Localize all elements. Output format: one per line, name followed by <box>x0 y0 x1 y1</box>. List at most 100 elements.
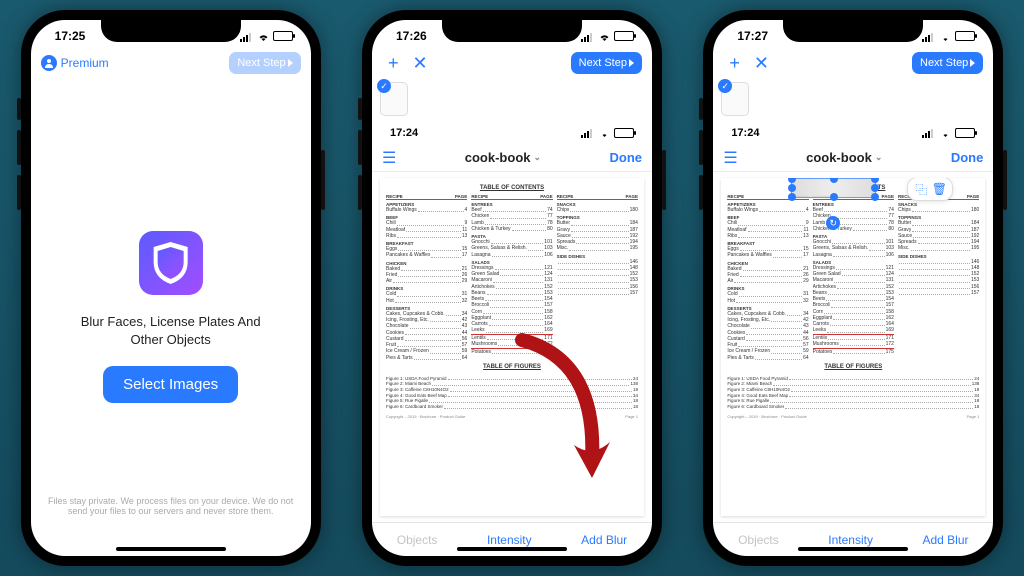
chevron-down-icon: ⌄ <box>875 152 883 163</box>
page-thumbnail-selected[interactable]: ✓ <box>380 82 408 116</box>
chevron-right-icon <box>288 59 293 67</box>
toc-row: Leeks169 <box>471 327 552 333</box>
wifi-icon <box>939 31 952 41</box>
phone-1: 17:25 Premium Next Step Blur Faces, Lice… <box>21 10 321 566</box>
select-images-button[interactable]: Select Images <box>103 366 238 403</box>
check-icon: ✓ <box>377 79 391 93</box>
battery-icon <box>273 31 293 41</box>
figures-list: Figure 1: USDA Food Pyramid24Figure 2: M… <box>727 376 979 410</box>
doc-title[interactable]: cook-book⌄ <box>806 150 882 165</box>
clock: 17:25 <box>55 29 86 43</box>
toc-row: 157 <box>557 290 638 296</box>
volume-up-button[interactable] <box>358 130 362 165</box>
tab-objects[interactable]: Objects <box>397 533 438 547</box>
toc-row: Chips180 <box>898 207 979 213</box>
toc-row: Buffalo Wings4 <box>386 207 467 213</box>
toc-column: RECIPEPAGESNACKSChips180TOPPINGSButter18… <box>557 194 638 361</box>
selection-toolbar: ⿻ 🗑 <box>907 178 953 201</box>
toc-row: Mushrooms172 <box>471 341 552 347</box>
tagline-text: Blur Faces, License Plates AndOther Obje… <box>81 313 261 348</box>
close-button[interactable]: ✕ <box>407 53 434 74</box>
silent-switch[interactable] <box>17 98 21 120</box>
app-topbar: + ✕ Next Step <box>713 48 993 78</box>
toc-row: Buffalo Wings4 <box>727 207 808 213</box>
power-button[interactable] <box>1003 150 1007 210</box>
next-step-button[interactable]: Next Step <box>229 52 300 74</box>
wifi-icon <box>939 128 952 138</box>
app-topbar: Premium Next Step <box>31 48 311 78</box>
blur-selection[interactable]: ⿻ 🗑 <box>791 178 876 198</box>
toc-row: Air29 <box>386 278 467 284</box>
resize-handle-bm[interactable] <box>830 193 838 201</box>
disclaimer-text: Files stay private. We process files on … <box>31 496 311 516</box>
power-button[interactable] <box>321 150 325 210</box>
phone-3: 17:27 + ✕ Next Step ✓ 17:24 <box>703 10 1003 566</box>
wifi-icon <box>598 128 611 138</box>
tof-heading: TABLE OF FIGURES <box>727 364 979 370</box>
figure-row: Figure 6: Cardboard Smoker18 <box>386 404 638 410</box>
toc-columns: RECIPEPAGEAPPETIZERSBuffalo Wings4BEEFCh… <box>727 194 979 361</box>
wifi-icon <box>257 31 270 41</box>
toc-heading: TABLE OF CONTENTS <box>386 185 638 191</box>
resize-handle-tr[interactable] <box>871 178 879 183</box>
chevron-right-icon <box>970 59 975 67</box>
volume-up-button[interactable] <box>699 130 703 165</box>
toc-row: Ribs13 <box>386 233 467 239</box>
power-button[interactable] <box>662 150 666 210</box>
home-indicator[interactable] <box>116 547 226 551</box>
toc-row: Pancakes & Waffles17 <box>727 252 808 258</box>
done-button[interactable]: Done <box>609 150 642 165</box>
battery-icon <box>614 128 634 138</box>
add-image-button[interactable]: + <box>723 53 746 74</box>
chevron-right-icon <box>629 59 634 67</box>
toc-row: Hot32 <box>727 298 808 304</box>
tab-intensity[interactable]: Intensity <box>487 533 532 547</box>
list-icon[interactable]: ☰ <box>723 148 737 168</box>
chevron-down-icon: ⌄ <box>534 152 542 163</box>
tab-add-blur[interactable]: Add Blur <box>581 533 627 547</box>
next-step-button[interactable]: Next Step <box>571 52 642 74</box>
inner-header: ☰ cook-book⌄ Done <box>713 144 993 172</box>
toc-row: Pancakes & Waffles17 <box>386 252 467 258</box>
volume-down-button[interactable] <box>17 175 21 210</box>
list-icon[interactable]: ☰ <box>382 148 396 168</box>
toc-row: Chicken & Turkey80 <box>471 226 552 232</box>
figures-list: Figure 1: USDA Food Pyramid24Figure 2: M… <box>386 376 638 410</box>
toc-column: RECIPEPAGEAPPETIZERSBuffalo Wings4BEEFCh… <box>727 194 808 361</box>
phone-2: 17:26 + ✕ Next Step ✓ 17:24 <box>362 10 662 566</box>
tab-add-blur[interactable]: Add Blur <box>922 533 968 547</box>
premium-link[interactable]: Premium <box>41 55 109 71</box>
next-step-label: Next Step <box>920 57 968 69</box>
toc-row: Misc.195 <box>898 245 979 251</box>
home-indicator[interactable] <box>798 547 908 551</box>
next-step-label: Next Step <box>237 57 285 69</box>
volume-down-button[interactable] <box>699 175 703 210</box>
page-content[interactable]: TABLE OF CONTENTS RECIPEPAGEAPPETIZERSBuf… <box>380 178 644 516</box>
duplicate-icon[interactable]: ⿻ <box>913 181 929 197</box>
toc-row: Hot32 <box>386 298 467 304</box>
tab-objects[interactable]: Objects <box>738 533 779 547</box>
page-thumbnail-selected[interactable]: ✓ <box>721 82 749 116</box>
silent-switch[interactable] <box>358 98 362 120</box>
close-button[interactable]: ✕ <box>748 53 775 74</box>
silent-switch[interactable] <box>699 98 703 120</box>
delete-icon[interactable]: 🗑 <box>931 181 947 197</box>
doc-title[interactable]: cook-book⌄ <box>465 150 541 165</box>
home-indicator[interactable] <box>457 547 567 551</box>
document-preview: 17:24 ☰ cook-book⌄ Done TABLE OF CONTENT… <box>372 122 652 522</box>
add-image-button[interactable]: + <box>382 53 405 74</box>
notch <box>101 20 241 42</box>
toc-column: RECIPEPAGEAPPETIZERSBuffalo Wings4BEEFCh… <box>386 194 467 361</box>
toc-row: Pies & Tarts64 <box>386 355 467 361</box>
volume-up-button[interactable] <box>17 130 21 165</box>
done-button[interactable]: Done <box>951 150 984 165</box>
volume-down-button[interactable] <box>358 175 362 210</box>
toc-row: Chicken & Turkey80 <box>813 226 894 232</box>
toc-column: RECIPEPAGEENTREESBeef74Chicken77Lamb78Ch… <box>813 194 894 361</box>
battery-icon <box>955 128 975 138</box>
thumbnail-row: ✓ <box>372 78 652 120</box>
page-content[interactable]: TABLE OF CONTENTSRECIPEPAGEAPPETIZERSBuf… <box>721 178 985 516</box>
tab-intensity[interactable]: Intensity <box>828 533 873 547</box>
toc-row: Potatoes175 <box>813 349 894 355</box>
next-step-button[interactable]: Next Step <box>912 52 983 74</box>
